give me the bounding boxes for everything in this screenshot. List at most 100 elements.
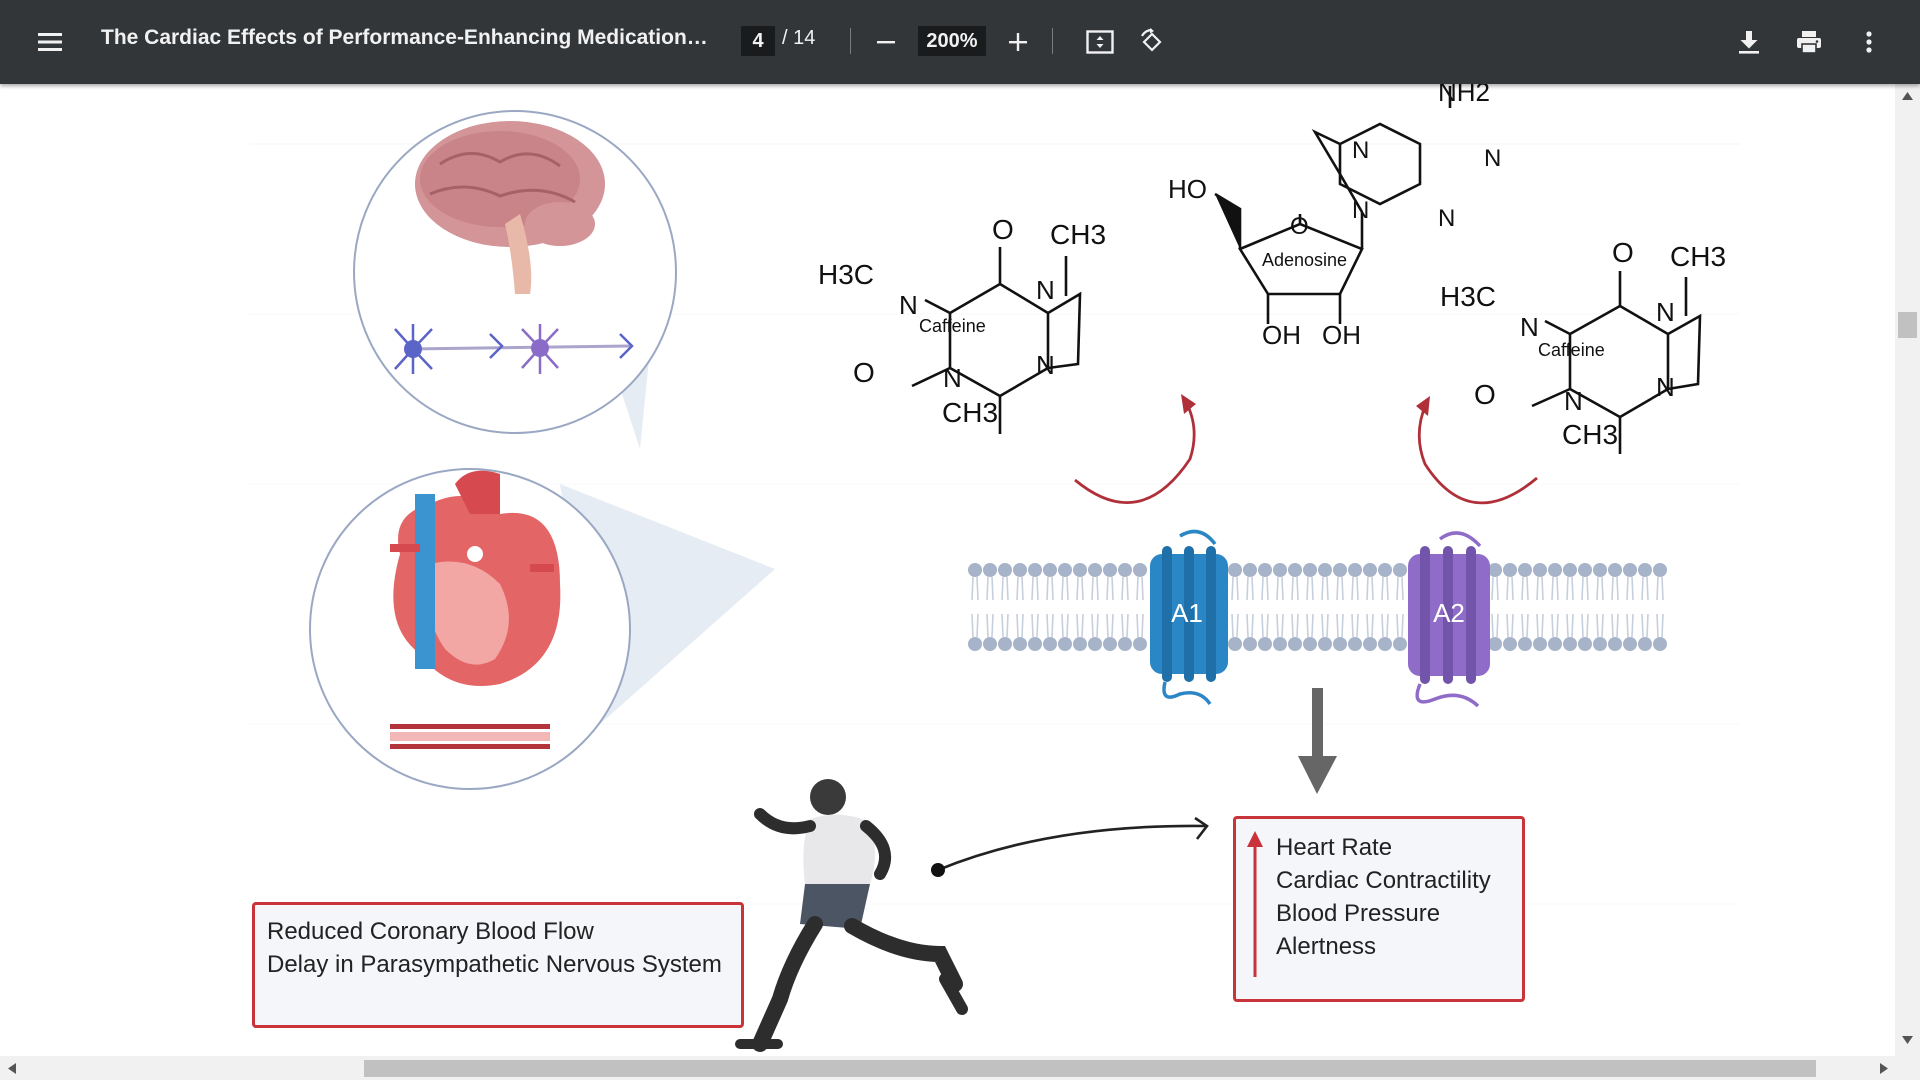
cell-membrane xyxy=(968,563,1667,651)
print-button[interactable] xyxy=(1789,22,1829,62)
binding-arrow-left xyxy=(1074,394,1196,504)
receptor-a2: A2 xyxy=(1408,531,1490,708)
pdf-viewport[interactable]: A1 A2 O CH3 H3C N N N N Caffeine O CH3 N… xyxy=(0,84,1895,1056)
zoom-out-button[interactable] xyxy=(868,24,904,60)
zoom-in-button[interactable] xyxy=(1000,24,1036,60)
adenosine-o: O xyxy=(1290,213,1309,240)
rotate-button[interactable] xyxy=(1132,22,1172,62)
lipid-head xyxy=(1348,563,1362,577)
lipid-tail xyxy=(1276,576,1284,601)
lipid-tail xyxy=(1551,613,1559,638)
page-number-input[interactable]: 4 xyxy=(741,26,775,56)
lipid-head xyxy=(1638,563,1652,577)
caffeine-left-n1: N xyxy=(899,290,918,320)
lipid-head xyxy=(1258,637,1272,651)
lipid-head xyxy=(1013,563,1027,577)
lipid-head xyxy=(1043,637,1057,651)
menu-button[interactable] xyxy=(30,22,70,62)
lipid-tail xyxy=(1396,576,1404,601)
lipid-tail xyxy=(1491,613,1499,638)
lipid-head xyxy=(1348,637,1362,651)
page-total-label: / 14 xyxy=(782,27,816,49)
scroll-down-icon[interactable] xyxy=(1902,1036,1913,1044)
scroll-right-icon[interactable] xyxy=(1880,1063,1888,1074)
scroll-up-icon[interactable] xyxy=(1902,92,1913,100)
lipid-tail xyxy=(1626,576,1634,601)
caffeine-left-h3c: H3C xyxy=(818,259,874,290)
effect-cardiac-contractility: Cardiac Contractility xyxy=(1276,867,1491,894)
lipid-tail xyxy=(1001,576,1009,601)
lipid-tail xyxy=(1306,613,1314,638)
caffeine-right-o-bottom: O xyxy=(1474,379,1496,410)
caffeine-left-ch3-top: CH3 xyxy=(1050,219,1106,250)
vertical-scrollbar[interactable] xyxy=(1895,84,1920,1056)
lipid-head xyxy=(998,563,1012,577)
lipid-head xyxy=(968,637,982,651)
caffeine-right-n3: N xyxy=(1656,372,1675,402)
lipid-tail xyxy=(1351,613,1359,638)
hamburger-menu-icon xyxy=(38,33,62,51)
fit-page-icon xyxy=(1086,30,1114,54)
lipid-head xyxy=(1518,563,1532,577)
lipid-head xyxy=(1563,637,1577,651)
lipid-tail xyxy=(1061,576,1069,601)
caffeine-right-n2: N xyxy=(1656,297,1675,327)
adenosine-name: Adenosine xyxy=(1262,250,1347,270)
lipid-tail xyxy=(1366,613,1374,638)
lipid-tail xyxy=(1351,576,1359,601)
reduced-coronary-blood-flow: Reduced Coronary Blood Flow xyxy=(267,918,594,945)
scroll-left-icon[interactable] xyxy=(8,1063,16,1074)
lipid-tail xyxy=(1521,576,1529,601)
lipid-head xyxy=(1243,563,1257,577)
lipid-head xyxy=(1363,563,1377,577)
lipid-head xyxy=(1013,637,1027,651)
lipid-tail xyxy=(1656,613,1664,638)
download-button[interactable] xyxy=(1729,22,1769,62)
horizontal-scroll-thumb[interactable] xyxy=(364,1060,1816,1077)
vertical-scroll-thumb[interactable] xyxy=(1898,312,1917,338)
lipid-tail xyxy=(1106,613,1114,638)
lipid-head xyxy=(1548,637,1562,651)
lipid-tail xyxy=(1396,613,1404,638)
lipid-head xyxy=(1488,637,1502,651)
reduced-effects-box: Reduced Coronary Blood Flow Delay in Par… xyxy=(252,902,744,1028)
lipid-head xyxy=(1028,637,1042,651)
print-icon xyxy=(1797,31,1821,54)
adenosine-n1: N xyxy=(1352,137,1369,164)
fit-page-button[interactable] xyxy=(1080,22,1120,62)
lipid-head xyxy=(1318,563,1332,577)
lipid-head xyxy=(1503,563,1517,577)
lipid-head xyxy=(1273,637,1287,651)
horizontal-scrollbar[interactable] xyxy=(0,1056,1920,1080)
lipid-tail xyxy=(1076,613,1084,638)
lipid-tail xyxy=(1321,613,1329,638)
lipid-head xyxy=(1228,563,1242,577)
lipid-head xyxy=(1318,637,1332,651)
lipid-tail xyxy=(1016,613,1024,638)
lipid-head xyxy=(983,563,997,577)
more-actions-button[interactable] xyxy=(1849,22,1889,62)
lipid-head xyxy=(1243,637,1257,651)
adenosine-n4: N xyxy=(1352,197,1369,224)
up-arrow-icon xyxy=(1247,831,1263,977)
lipid-tail xyxy=(1091,576,1099,601)
lipid-tail xyxy=(1121,576,1129,601)
lipid-tail xyxy=(1001,613,1009,638)
effect-blood-pressure: Blood Pressure xyxy=(1276,900,1441,927)
lipid-head xyxy=(998,637,1012,651)
effects-box: Heart Rate Cardiac Contractility Blood P… xyxy=(1233,816,1525,1002)
lipid-head xyxy=(1548,563,1562,577)
lipid-head xyxy=(1303,637,1317,651)
zoom-level-input[interactable]: 200% xyxy=(918,26,986,56)
lipid-tail xyxy=(1581,576,1589,601)
lipid-head xyxy=(1608,563,1622,577)
lipid-tail xyxy=(1016,576,1024,601)
blood-vessel-icon xyxy=(390,724,550,749)
lipid-head xyxy=(1393,637,1407,651)
lipid-head xyxy=(1303,563,1317,577)
caffeine-left-n4: N xyxy=(943,363,962,393)
runner-silhouette xyxy=(735,779,968,1052)
delay-parasympathetic: Delay in Parasympathetic Nervous System xyxy=(267,951,722,978)
receptor-a1-label: A1 xyxy=(1171,598,1203,628)
lipid-tail xyxy=(1641,613,1649,638)
